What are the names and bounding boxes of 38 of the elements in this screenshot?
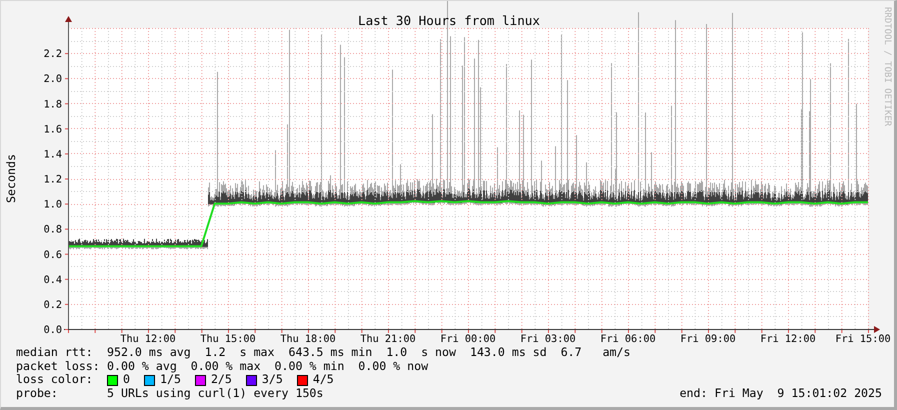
credit-text: RRDTOOL / TOBI OETIKER (882, 7, 892, 126)
tick-label: Fri 12:00 (760, 334, 816, 344)
tick-label: Fri 15:00 (835, 334, 891, 344)
tick-label: 0.0 (44, 325, 62, 336)
probe-text: 5 URLs using curl(1) every 150s (107, 387, 324, 401)
tick-label: 2.2 (44, 49, 62, 60)
tick-label: Thu 15:00 (200, 334, 256, 344)
tick-label: Fri 00:00 (440, 334, 496, 344)
swatch-label: 4/5 (312, 373, 334, 388)
legend-label: loss color: (16, 373, 94, 388)
legend-label: probe: (16, 387, 59, 401)
tick-label: 0.2 (44, 300, 62, 311)
tick-label: 1.2 (44, 174, 62, 186)
tick-label: Thu 12:00 (120, 334, 176, 344)
tick-label: 0.4 (44, 274, 62, 286)
tick-label: Fri 06:00 (600, 334, 656, 344)
swatch-label: 3/5 (262, 373, 283, 388)
chart-title: Last 30 Hours from linux (358, 13, 540, 28)
tick-label: Thu 21:00 (360, 334, 416, 344)
tick-label: 0.6 (44, 250, 62, 261)
swatch-label: 0 (123, 373, 130, 388)
legend-label: median rtt: (16, 346, 94, 360)
axis-label: Seconds (4, 154, 18, 203)
tick-label: Fri 09:00 (680, 334, 736, 344)
legend-values: 0.00 % avg 0.00 % max 0.00 % min 0.00 % now (107, 360, 428, 374)
legend-label: packet loss: (16, 360, 101, 374)
tick-label: 2.0 (44, 74, 62, 86)
end-time: end: Fri May 9 15:01:02 2025 (680, 387, 882, 401)
tick-label: 1.6 (44, 124, 62, 136)
tick-label: Fri 03:00 (520, 334, 576, 344)
tick-label: 0.8 (44, 224, 62, 236)
tick-label: Thu 18:00 (280, 334, 336, 344)
tick-label: 1.0 (44, 200, 62, 211)
tick-label: 1.8 (44, 99, 62, 110)
swatch-label: 1/5 (160, 373, 181, 388)
legend-values: 952.0 ms avg 1.2 s max 643.5 ms min 1.0 s now 143.0 ms sd 6.7 am/s (107, 346, 631, 360)
tick-label: 1.4 (44, 149, 62, 160)
swatch-label: 2/5 (210, 373, 232, 388)
